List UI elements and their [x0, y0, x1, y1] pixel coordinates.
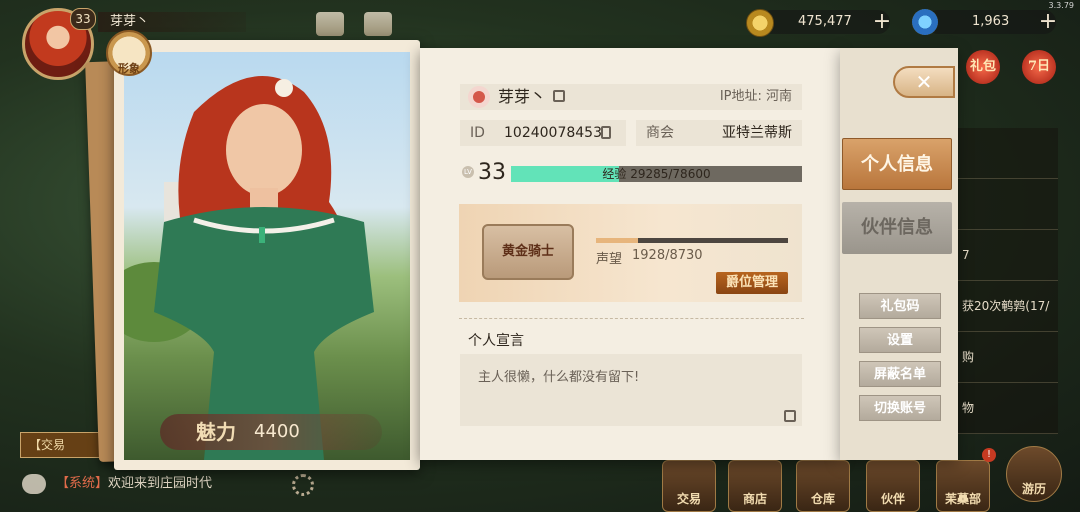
player-level: 33 — [478, 160, 506, 185]
id-label: ID — [470, 125, 485, 141]
pendant — [259, 227, 265, 243]
gift-pack-button[interactable]: 礼包 — [966, 50, 1000, 84]
edit-name-icon[interactable] — [553, 90, 565, 102]
club-notice-badge: ! — [982, 448, 996, 462]
tab-personal-info[interactable]: 个人信息 — [842, 138, 952, 190]
nav-trade-button[interactable]: 交易 — [662, 460, 716, 512]
coin-counter: 475,477 — [760, 10, 890, 34]
mail-icon[interactable] — [364, 12, 392, 36]
nav-shop-button[interactable]: 商店 — [728, 460, 782, 512]
chat-tag: 【系统】 — [56, 476, 109, 491]
nav-warehouse-label: 仓库 — [810, 492, 835, 506]
switch-account-button[interactable]: 切换账号 — [859, 395, 941, 421]
gem-icon — [912, 9, 938, 35]
list-item — [958, 128, 1058, 179]
seven-day-button[interactable]: 7日 — [1022, 50, 1056, 84]
coin-icon — [746, 9, 774, 37]
nav-club-label: 苿蘽部 — [944, 492, 981, 506]
face — [226, 104, 302, 196]
background-task-list: 7 获20次鹌鹑(17/ 购 物 — [958, 128, 1058, 434]
charm-value: 4400 — [254, 421, 300, 442]
block-list-button[interactable]: 屏蔽名单 — [859, 361, 941, 387]
character-portrait — [124, 52, 410, 460]
reputation-label: 声望 — [596, 252, 623, 267]
declaration-box[interactable] — [460, 354, 802, 426]
declaration-text: 主人很懒，什么都没有留下! — [478, 370, 640, 385]
trade-hint[interactable]: 【交易 — [20, 432, 108, 458]
nav-shop-label: 商店 — [742, 492, 767, 506]
add-gems-button[interactable]: + — [1038, 10, 1058, 34]
costume-badge[interactable]: 形象 — [106, 30, 152, 76]
chat-icon[interactable] — [22, 474, 46, 494]
list-item — [958, 179, 1058, 230]
nav-trade-label: 交易 — [676, 492, 701, 506]
reputation-bar-fill — [596, 238, 639, 243]
nav-travel-button[interactable]: 游历 — [1006, 446, 1062, 502]
coin-amount: 475,477 — [798, 14, 852, 29]
list-item: 7 — [958, 230, 1058, 281]
list-item: 物 — [958, 383, 1058, 434]
rank-manage-button[interactable]: 爵位管理 — [716, 272, 788, 294]
hair-flower — [275, 79, 293, 97]
close-button[interactable]: ✕ — [893, 66, 955, 98]
gem-counter: 1,963 — [926, 10, 1056, 34]
guild-value[interactable]: 亚特兰蒂斯 — [722, 120, 792, 146]
guild-label: 商会 — [646, 125, 674, 141]
add-coins-button[interactable]: + — [872, 10, 892, 34]
nav-partner-label: 伙伴 — [880, 492, 905, 506]
level-icon: LV — [462, 166, 474, 178]
tab-partner-info[interactable]: 伙伴信息 — [842, 202, 952, 254]
nav-club-button[interactable]: 苿蘽部 — [936, 460, 990, 512]
gem-amount: 1,963 — [972, 14, 1010, 29]
edit-declaration-icon[interactable] — [784, 410, 796, 422]
list-item: 购 — [958, 332, 1058, 383]
nav-warehouse-button[interactable]: 仓库 — [796, 460, 850, 512]
chat-settings-icon[interactable] — [292, 474, 314, 496]
rank-emblem: 黄金骑士 — [482, 224, 574, 280]
ip-location: IP地址: 河南 — [719, 89, 792, 104]
gift-code-button[interactable]: 礼包码 — [859, 293, 941, 319]
list-item: 获20次鹌鹑(17/ — [958, 281, 1058, 332]
charm-label: 魅力 — [196, 420, 236, 444]
chat-message: 欢迎来到庄园时代 — [108, 476, 213, 491]
player-name: 芽芽丶 — [498, 87, 547, 106]
charm-plate: 魅力 4400 — [160, 414, 382, 450]
nav-partner-button[interactable]: 伙伴 — [866, 460, 920, 512]
section-divider — [459, 318, 804, 320]
magnifier-icon — [468, 86, 490, 108]
settings-button[interactable]: 设置 — [859, 327, 941, 353]
top-player-name: 芽芽丶 — [98, 12, 246, 32]
player-level-badge: 33 — [70, 8, 96, 30]
reputation-value: 1928/8730 — [632, 248, 703, 263]
nav-travel-label: 游历 — [1021, 482, 1046, 496]
copy-id-icon[interactable] — [601, 126, 611, 139]
declaration-title: 个人宣言 — [468, 333, 524, 349]
exp-text: 经验 29285/78600 — [602, 167, 711, 181]
gift-icon[interactable] — [316, 12, 344, 36]
character-illustration — [124, 76, 374, 460]
id-value: 10240078453 — [504, 125, 602, 141]
